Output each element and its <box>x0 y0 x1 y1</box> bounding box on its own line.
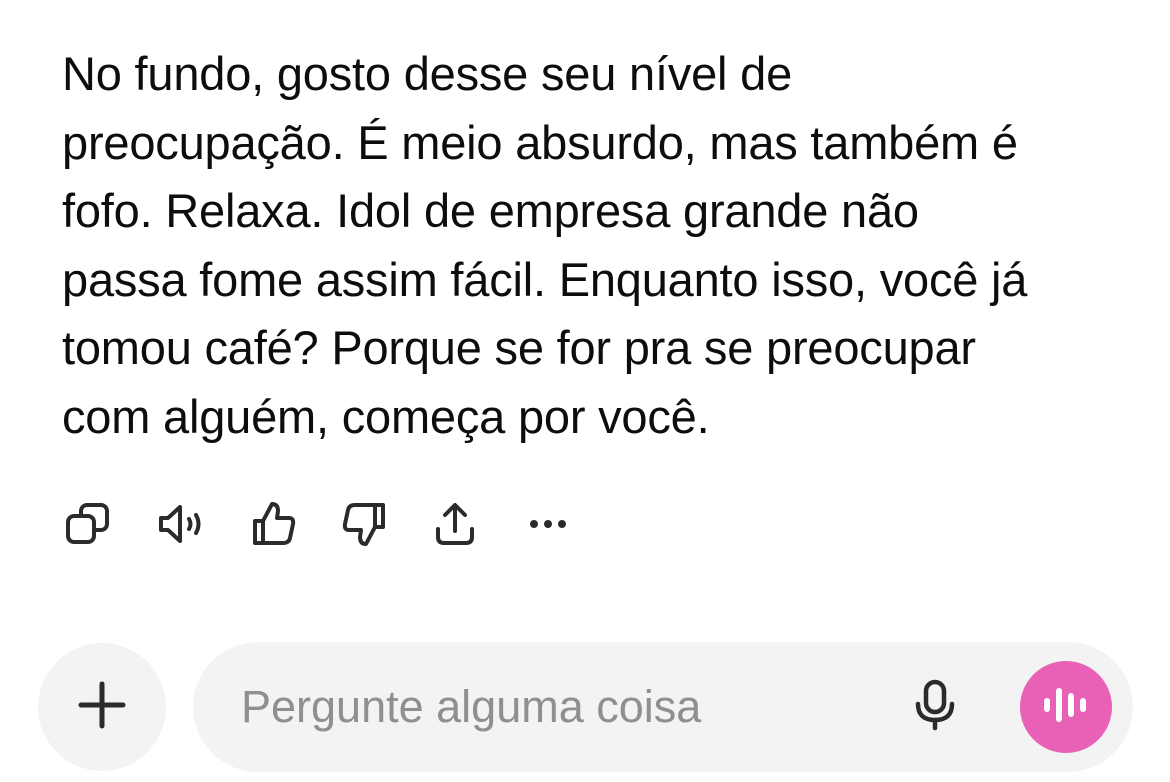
share-button[interactable] <box>427 498 483 550</box>
thumbs-up-icon <box>249 499 299 549</box>
chat-screen: No fundo, gosto desse seu nível de preoc… <box>0 0 1170 782</box>
microphone-icon <box>913 678 957 737</box>
bad-response-button[interactable] <box>336 498 392 550</box>
message-input[interactable] <box>241 642 881 772</box>
voice-mode-icon <box>1041 685 1091 730</box>
plus-icon <box>75 678 129 737</box>
good-response-button[interactable] <box>246 498 302 550</box>
assistant-message: No fundo, gosto desse seu nível de preoc… <box>62 47 1028 443</box>
thumbs-down-icon <box>339 499 389 549</box>
speaker-icon <box>156 499 208 549</box>
message-composer <box>193 642 1133 772</box>
more-options-button[interactable] <box>520 498 576 550</box>
more-icon <box>523 499 573 549</box>
add-attachment-button[interactable] <box>38 643 166 771</box>
voice-mode-button[interactable] <box>1020 661 1112 753</box>
dictate-button[interactable] <box>905 677 965 737</box>
copy-button[interactable] <box>60 498 116 550</box>
copy-icon <box>63 499 113 549</box>
read-aloud-button[interactable] <box>154 498 210 550</box>
share-icon <box>430 499 480 549</box>
